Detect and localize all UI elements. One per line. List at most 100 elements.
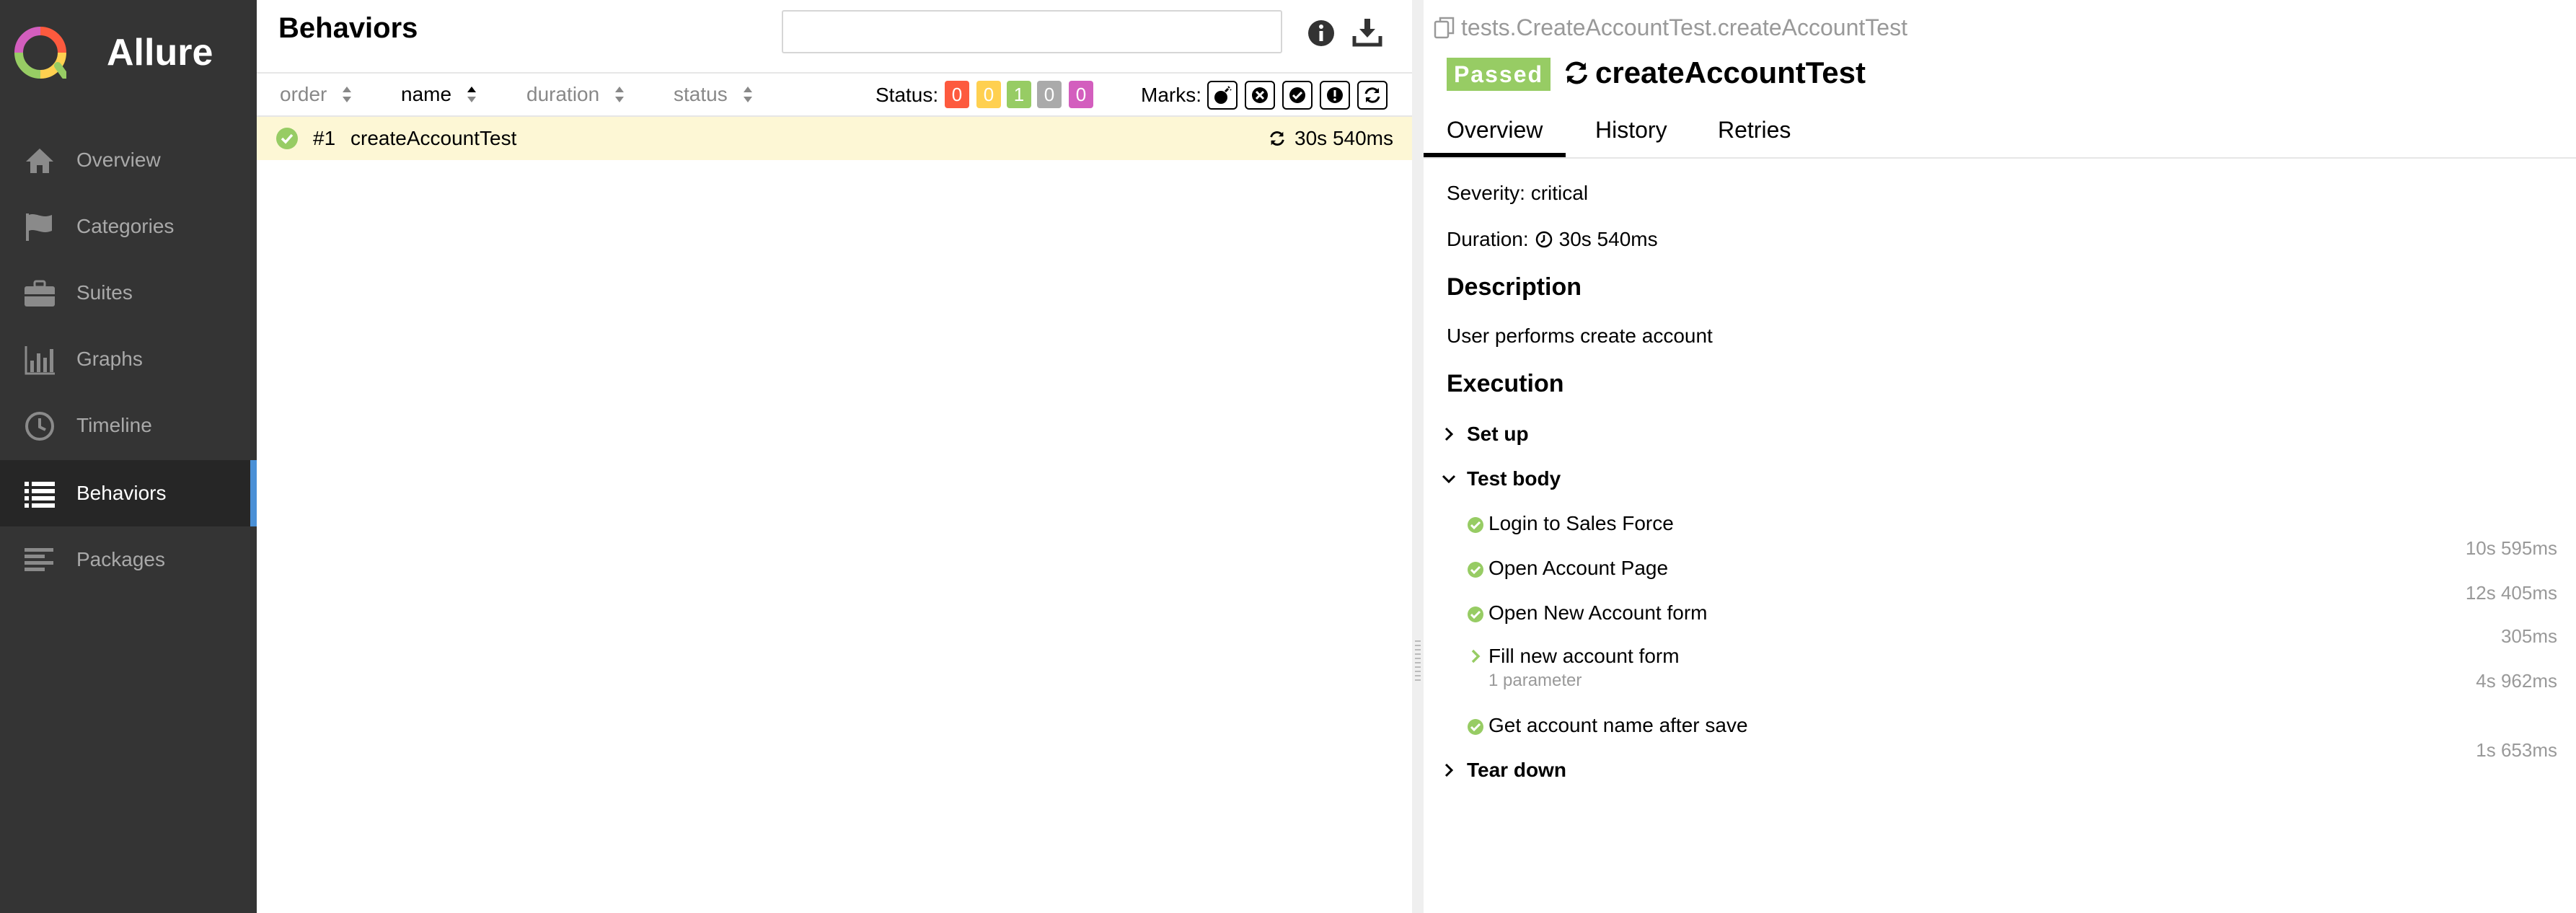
sort-asc-icon: [467, 87, 477, 102]
setup-label: Set up: [1467, 423, 1529, 445]
step-duration: 1s 653ms: [2476, 739, 2557, 761]
sidebar-item-label: Suites: [76, 281, 133, 304]
test-body-label: Test body: [1467, 467, 1561, 490]
tab-history[interactable]: History: [1595, 114, 1667, 146]
new-broken-icon: [1327, 87, 1343, 103]
mark-new-broken-button[interactable]: [1320, 81, 1350, 110]
passed-status-icon: [1468, 607, 1483, 622]
sidebar-item-timeline[interactable]: Timeline: [0, 392, 257, 459]
brand[interactable]: Allure: [14, 26, 213, 79]
duration-label: Duration:: [1447, 228, 1529, 250]
behaviors-list-pane: Behaviors order name duration status Sta…: [257, 0, 1412, 913]
step-row[interactable]: Open New Account form 305ms: [1424, 597, 2576, 647]
home-icon: [26, 149, 53, 173]
passed-status-icon: [1468, 517, 1483, 533]
test-duration: 30s 540ms: [1294, 127, 1393, 149]
step-name: Open Account Page: [1488, 557, 1669, 579]
teardown-toggle[interactable]: Tear down: [1441, 754, 1566, 786]
tab-retries[interactable]: Retries: [1718, 114, 1791, 146]
flaky-icon: [1214, 86, 1232, 104]
status-failed-count[interactable]: 0: [945, 81, 969, 108]
sort-icon: [615, 87, 625, 102]
page-title: Behaviors: [278, 12, 418, 44]
passed-status-icon: [1468, 719, 1483, 735]
step-row[interactable]: Get account name after save 1s 653ms: [1424, 710, 2576, 761]
status-passed-count[interactable]: 1: [1007, 81, 1031, 108]
sort-duration-header[interactable]: duration: [526, 74, 625, 115]
sidebar-item-categories[interactable]: Categories: [0, 193, 257, 260]
sidebar-item-packages[interactable]: Packages: [0, 526, 257, 593]
step-row[interactable]: Login to Sales Force 10s 595ms: [1424, 508, 2576, 559]
column-label: status: [674, 83, 728, 105]
sidebar-item-behaviors[interactable]: Behaviors: [0, 460, 257, 526]
sidebar-item-suites[interactable]: Suites: [0, 260, 257, 326]
status-badge: Passed: [1447, 58, 1551, 91]
status-filter-label: Status:: [875, 84, 939, 106]
step-name: Fill new account form: [1488, 645, 1680, 667]
severity-text: Severity: critical: [1447, 182, 1589, 204]
align-left-icon: [25, 548, 53, 571]
tab-overview[interactable]: Overview: [1424, 114, 1566, 157]
retries-icon: [1364, 87, 1380, 103]
duration-value: 30s 540ms: [1558, 228, 1658, 250]
clock-icon: [25, 412, 54, 441]
duration-line: Duration: 30s 540ms: [1447, 225, 1658, 254]
list-icon: [25, 482, 55, 508]
teardown-label: Tear down: [1467, 759, 1566, 781]
mark-new-passed-button[interactable]: [1282, 81, 1313, 110]
allure-logo-icon: [14, 27, 66, 79]
column-label: duration: [526, 83, 600, 105]
sidebar-item-graphs[interactable]: Graphs: [0, 326, 257, 392]
step-name: Login to Sales Force: [1488, 512, 1674, 534]
setup-toggle[interactable]: Set up: [1441, 418, 1529, 450]
test-title: createAccountTest: [1595, 56, 1866, 89]
retries-icon: [1565, 61, 1588, 84]
status-skipped-count[interactable]: 0: [1037, 81, 1062, 108]
test-name: createAccountTest: [350, 127, 517, 149]
description-text: User performs create account: [1447, 325, 1713, 347]
step-row-expandable[interactable]: Fill new account form 1 parameter 4s 962…: [1424, 640, 2576, 708]
sidebar-item-overview[interactable]: Overview: [0, 127, 257, 193]
mark-flaky-button[interactable]: [1207, 81, 1238, 110]
clock-icon: [1535, 231, 1552, 248]
sidebar-item-label: Timeline: [76, 414, 152, 436]
sidebar: Allure Overview Categories Suites Graphs…: [0, 0, 257, 913]
retries-icon: [1270, 131, 1284, 146]
execution-heading: Execution: [1447, 370, 1564, 397]
chevron-right-icon: [1444, 763, 1454, 777]
step-duration: 4s 962ms: [2476, 670, 2557, 692]
step-row[interactable]: Open Account Page 12s 405ms: [1424, 552, 2576, 604]
bar-chart-icon: [25, 346, 55, 375]
brand-name: Allure: [107, 32, 213, 74]
download-icon[interactable]: [1351, 16, 1383, 48]
sidebar-item-label: Behaviors: [76, 482, 167, 504]
chevron-right-icon: [1471, 649, 1481, 663]
column-label: name: [401, 83, 452, 105]
info-icon[interactable]: [1305, 17, 1337, 49]
sort-status-header[interactable]: status: [674, 74, 754, 115]
sort-name-header[interactable]: name: [401, 74, 477, 115]
description-heading: Description: [1447, 273, 1582, 301]
sidebar-item-label: Graphs: [76, 348, 143, 370]
search-input[interactable]: [782, 10, 1282, 53]
mark-new-failed-button[interactable]: [1245, 81, 1275, 110]
test-detail-pane: tests.CreateAccountTest.createAccountTes…: [1424, 0, 2576, 913]
status-unknown-count[interactable]: 0: [1069, 81, 1093, 108]
test-body-toggle[interactable]: Test body: [1441, 463, 1561, 495]
status-broken-count[interactable]: 0: [976, 81, 1001, 108]
step-parameter-count: 1 parameter: [1488, 671, 1582, 690]
sidebar-item-label: Categories: [76, 215, 175, 237]
pane-splitter[interactable]: [1412, 0, 1424, 913]
sort-order-header[interactable]: order: [280, 74, 353, 115]
sidebar-item-label: Packages: [76, 548, 165, 570]
copy-icon[interactable]: [1434, 16, 1455, 39]
sidebar-item-label: Overview: [76, 149, 161, 171]
mark-retries-button[interactable]: [1357, 81, 1388, 110]
test-full-path: tests.CreateAccountTest.createAccountTes…: [1461, 14, 1907, 40]
new-passed-icon: [1289, 87, 1305, 103]
step-name: Get account name after save: [1488, 714, 1748, 736]
column-label: order: [280, 83, 327, 105]
table-row[interactable]: #1 createAccountTest 30s 540ms: [257, 117, 1412, 160]
step-name: Open New Account form: [1488, 601, 1708, 624]
chevron-right-icon: [1444, 427, 1454, 441]
